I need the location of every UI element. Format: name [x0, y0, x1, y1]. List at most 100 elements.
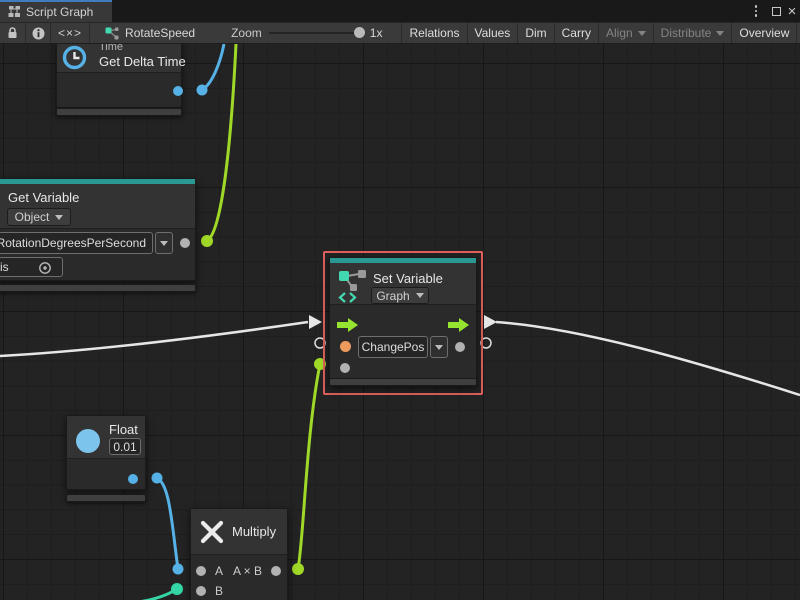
lock-button[interactable]	[0, 23, 26, 43]
variable-name-dropdown-button[interactable]	[430, 336, 448, 358]
node-header[interactable]: Get Variable Object	[0, 184, 195, 229]
connection-endpoint	[201, 235, 213, 247]
chevron-down-icon	[638, 31, 646, 36]
graph-breadcrumb[interactable]: RotateSpeed	[98, 23, 202, 43]
toolbar-button-align[interactable]: Align	[599, 23, 654, 43]
port-flow-output[interactable]	[448, 318, 470, 332]
port-float-output[interactable]	[128, 474, 138, 484]
port-delta-time-output[interactable]	[173, 86, 183, 96]
variable-name-dropdown[interactable]: ChangePos	[358, 336, 428, 358]
connection-delta-time	[202, 44, 224, 90]
connection-float-to-multiply	[157, 478, 178, 569]
selection-outline: Set Variable Graph ChangePos	[323, 251, 483, 395]
connection-endpoint	[152, 473, 163, 484]
object-picker-icon[interactable]	[38, 261, 52, 275]
connection-endpoint	[292, 563, 304, 575]
connection-flow-in	[0, 322, 308, 356]
connection-endpoint	[171, 583, 183, 595]
variable-name-field[interactable]: RotationDegreesPerSecond	[0, 232, 153, 254]
flow-arrowhead-right	[484, 315, 497, 329]
node-title: Get Variable	[8, 190, 79, 205]
toolbar-button-distribute[interactable]: Distribute	[654, 23, 733, 43]
code-button[interactable]: <×>	[51, 23, 90, 43]
node-footer	[56, 108, 182, 116]
info-button[interactable]	[26, 23, 51, 43]
node-header[interactable]: Float 0.01	[67, 416, 145, 459]
info-icon	[32, 27, 45, 40]
clock-icon	[61, 44, 88, 71]
node-float[interactable]: Float 0.01	[66, 415, 146, 490]
toolbar-buttons: Relations Values Dim Carry Align Distrib…	[401, 23, 800, 43]
toolbar-button-carry[interactable]: Carry	[555, 23, 599, 43]
window-menu-icon[interactable]	[748, 0, 764, 22]
connection-get-variable	[207, 44, 236, 241]
script-graph-window: Script Graph × <×> RotateSpeed Zoom	[0, 0, 800, 600]
port-label-b: B	[215, 584, 223, 598]
float-icon	[76, 429, 100, 453]
node-title: Set Variable	[373, 271, 443, 286]
zoom-slider[interactable]	[269, 32, 363, 34]
connection-endpoint	[173, 564, 184, 575]
connection-to-multiply-b	[138, 589, 177, 600]
connection-flow-out	[496, 322, 800, 395]
connection-endpoint	[197, 85, 208, 96]
zoom-handle[interactable]	[354, 27, 365, 38]
node-title: Float	[109, 422, 138, 437]
node-multiply[interactable]: Multiply A A × B B	[190, 508, 288, 600]
port-set-variable-output[interactable]	[455, 342, 465, 352]
breadcrumb-label: RotateSpeed	[125, 26, 195, 40]
variable-name-dropdown-button[interactable]	[155, 232, 173, 254]
node-header[interactable]: Time Get Delta Time	[57, 44, 181, 73]
toolbar-button-values[interactable]: Values	[468, 23, 519, 43]
port-label-result: A × B	[233, 564, 262, 578]
node-category: Time	[99, 44, 123, 53]
variable-target-field[interactable]: This	[0, 257, 63, 277]
port-multiply-b-input[interactable]	[196, 586, 206, 596]
port-get-variable-output[interactable]	[180, 238, 190, 248]
graph-tab-icon	[8, 6, 21, 18]
chevron-down-icon	[716, 31, 724, 36]
toolbar-button-dim[interactable]: Dim	[518, 23, 554, 43]
code-icon: <×>	[58, 26, 82, 40]
chevron-down-icon	[55, 215, 63, 220]
chevron-down-icon	[416, 293, 424, 298]
flow-arrowhead-left	[309, 315, 322, 329]
tab-bar: Script Graph ×	[0, 0, 800, 22]
port-flow-input[interactable]	[337, 318, 359, 332]
node-get-variable[interactable]: Get Variable Object RotationDegreesPerSe…	[0, 178, 196, 281]
node-footer	[66, 494, 146, 502]
graph-canvas[interactable]: Time Get Delta Time Get Variable Object …	[0, 44, 800, 600]
port-multiply-a-input[interactable]	[196, 566, 206, 576]
port-value-input[interactable]	[340, 363, 350, 373]
zoom-control: Zoom 1x	[224, 23, 389, 43]
node-title: Multiply	[232, 524, 276, 539]
breadcrumb-graph-icon	[105, 27, 119, 40]
node-header[interactable]: Set Variable Graph	[330, 263, 476, 305]
graph-toolbar: <×> RotateSpeed Zoom 1x Relations Values…	[0, 22, 800, 44]
close-icon[interactable]: ×	[784, 0, 800, 22]
chevron-down-icon	[160, 241, 168, 246]
node-get-delta-time[interactable]: Time Get Delta Time	[56, 44, 182, 108]
variable-scope-dropdown[interactable]: Graph	[371, 287, 429, 304]
toolbar-button-relations[interactable]: Relations	[402, 23, 467, 43]
graph-variable-icon	[338, 269, 370, 303]
node-footer	[0, 284, 196, 292]
float-value-input[interactable]: 0.01	[109, 438, 141, 455]
lock-icon	[7, 27, 18, 39]
tab-script-graph[interactable]: Script Graph	[0, 0, 112, 22]
connection-multiply-to-set	[298, 364, 320, 569]
node-set-variable[interactable]: Set Variable Graph ChangePos	[329, 257, 477, 386]
node-title: Get Delta Time	[99, 54, 186, 69]
port-label-a: A	[215, 564, 223, 578]
variable-scope-dropdown[interactable]: Object	[7, 208, 71, 226]
maximize-icon[interactable]	[768, 0, 784, 22]
chevron-down-icon	[435, 345, 443, 350]
node-footer	[329, 378, 477, 386]
port-multiply-result-output[interactable]	[271, 566, 281, 576]
port-variable-name-input[interactable]	[340, 341, 351, 352]
tab-label: Script Graph	[26, 5, 93, 19]
multiply-icon	[199, 519, 225, 545]
zoom-value: 1x	[370, 26, 383, 40]
node-header[interactable]: Multiply	[191, 509, 287, 555]
toolbar-button-overview[interactable]: Overview	[732, 23, 797, 43]
